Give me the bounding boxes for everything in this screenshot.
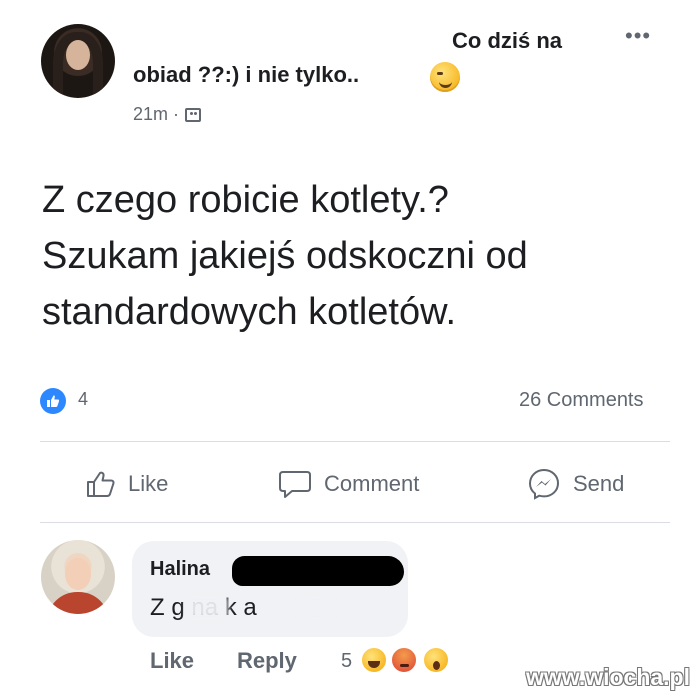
wink-emoji-icon [430,62,460,92]
messenger-icon [528,468,560,500]
comment-button[interactable]: Comment [278,466,419,502]
post-body: Z czego robicie kotlety.? Szukam jakiejś… [42,179,528,333]
haha-icon [360,646,388,674]
group-icon [185,107,202,122]
commenter-avatar[interactable] [41,540,115,614]
avatar-face [65,558,91,590]
angry-icon [390,646,418,674]
thumbs-up-icon [87,471,115,497]
commenter-name[interactable]: Halina [150,558,210,581]
author-avatar[interactable] [41,24,115,98]
like-reaction-icon[interactable] [40,388,66,414]
censor-blur [300,597,332,619]
name-redaction [232,556,404,586]
post-title-line2[interactable]: obiad ??:) i nie tylko.. [133,62,359,88]
more-options-icon[interactable]: ••• [625,25,651,47]
send-button[interactable]: Send [527,466,624,502]
post-time[interactable]: 21m · [133,104,179,125]
divider-bottom [40,522,670,523]
comment-like-button[interactable]: Like [150,648,194,674]
like-button[interactable]: Like [86,466,168,502]
comment-reply-button[interactable]: Reply [237,648,297,674]
thumbs-up-icon [47,395,60,407]
wow-icon [422,646,450,674]
like-button-label: Like [128,471,169,496]
reactions-count[interactable]: 4 [78,389,88,410]
post-meta: 21m · [133,104,202,125]
avatar-shirt [47,592,109,614]
post-title-line1[interactable]: Co dziś na [452,28,562,54]
comment-button-label: Comment [324,471,420,496]
censor-blur [186,597,228,619]
send-button-label: Send [573,471,625,496]
watermark: www.wiocha.pl [526,664,690,690]
avatar-face [66,40,90,70]
comments-count[interactable]: 26 Comments [519,389,644,412]
comment-reaction-count[interactable]: 5 [341,650,352,673]
comment-bubble-icon [279,471,311,498]
divider-top [40,441,670,442]
